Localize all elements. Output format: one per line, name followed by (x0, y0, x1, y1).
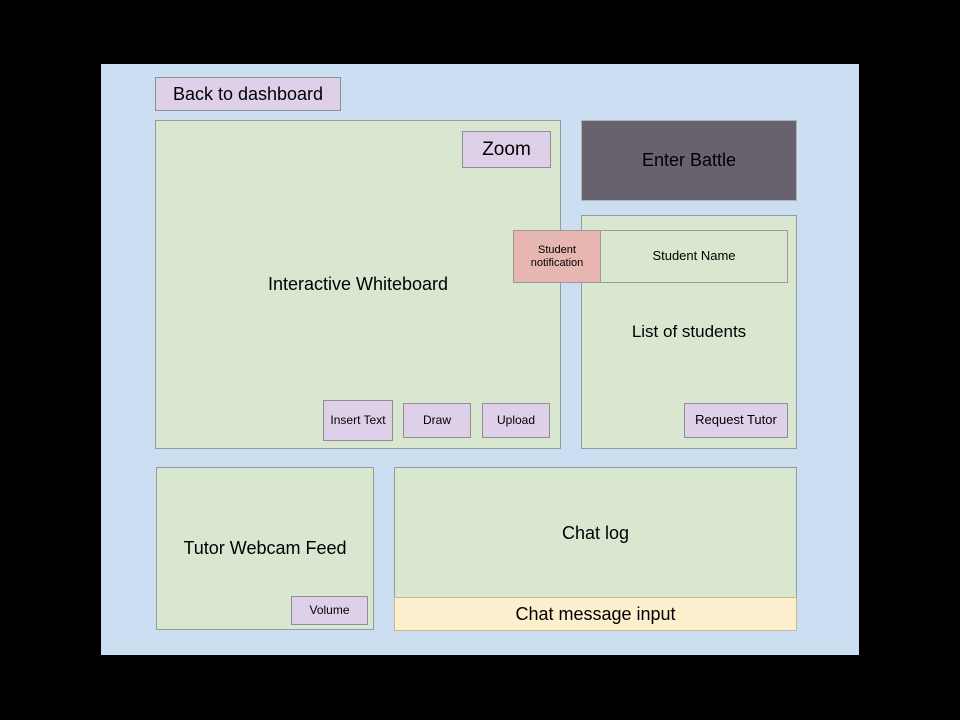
draw-label: Draw (422, 412, 451, 427)
student-name-row[interactable]: Student Name (600, 230, 788, 283)
back-to-dashboard-button[interactable]: Back to dashboard (155, 77, 341, 111)
zoom-button-label: Zoom (482, 138, 531, 160)
request-tutor-button[interactable]: Request Tutor (684, 403, 788, 438)
page-container: Back to dashboard Interactive Whiteboard… (101, 64, 859, 655)
enter-battle-button[interactable]: Enter Battle (581, 120, 797, 201)
student-name-label: Student Name (652, 248, 736, 264)
chat-log-title: Chat log (561, 523, 630, 544)
back-to-dashboard-label: Back to dashboard (172, 83, 324, 104)
student-notification-label: Student notification (530, 243, 584, 269)
app-root: Back to dashboard Interactive Whiteboard… (0, 0, 960, 720)
chat-message-input[interactable]: Chat message input (394, 597, 797, 631)
enter-battle-label: Enter Battle (641, 150, 737, 171)
upload-button[interactable]: Upload (482, 403, 550, 438)
insert-text-button[interactable]: Insert Text (323, 400, 393, 441)
upload-label: Upload (496, 412, 536, 427)
volume-button[interactable]: Volume (291, 596, 368, 625)
whiteboard-title: Interactive Whiteboard (267, 274, 449, 295)
insert-text-label: Insert Text (330, 412, 386, 427)
chat-message-input-label: Chat message input (515, 603, 676, 624)
draw-button[interactable]: Draw (403, 403, 471, 438)
volume-button-label: Volume (309, 602, 350, 617)
student-notification-badge[interactable]: Student notification (513, 230, 601, 283)
request-tutor-label: Request Tutor (695, 412, 777, 428)
zoom-button[interactable]: Zoom (462, 131, 551, 168)
